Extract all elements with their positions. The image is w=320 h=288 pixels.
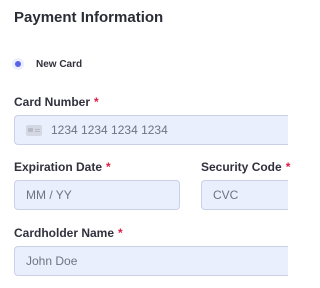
- expiration-date-field[interactable]: MM / YY: [14, 180, 180, 210]
- security-code-field[interactable]: CVC: [201, 180, 288, 210]
- required-asterisk: *: [106, 160, 111, 174]
- new-card-label: New Card: [36, 58, 83, 70]
- radio-selected-dot: [15, 61, 21, 67]
- card-number-label: Card Number *: [14, 95, 99, 109]
- required-asterisk: *: [285, 160, 291, 174]
- new-card-radio[interactable]: [12, 58, 24, 70]
- security-code-label: Security Code *: [201, 160, 290, 174]
- card-number-label-text: Card Number: [14, 95, 91, 109]
- page-title: Payment Information: [14, 9, 164, 26]
- security-code-placeholder: CVC: [213, 188, 239, 202]
- cardholder-name-field[interactable]: John Doe: [14, 246, 288, 276]
- expiration-date-label: Expiration Date *: [14, 160, 111, 174]
- required-asterisk: *: [118, 226, 123, 240]
- cardholder-name-placeholder: John Doe: [26, 254, 78, 268]
- security-code-label-text: Security Code: [201, 160, 282, 174]
- credit-card-icon: [26, 124, 42, 136]
- expiration-date-placeholder: MM / YY: [26, 188, 72, 202]
- expiration-date-label-text: Expiration Date: [14, 160, 103, 174]
- card-number-field[interactable]: 1234 1234 1234 1234: [14, 115, 288, 145]
- cardholder-name-label: Cardholder Name *: [14, 226, 123, 240]
- new-card-option[interactable]: New Card: [12, 58, 82, 70]
- card-number-placeholder: 1234 1234 1234 1234: [51, 123, 168, 137]
- cardholder-name-label-text: Cardholder Name: [14, 226, 115, 240]
- required-asterisk: *: [94, 95, 99, 109]
